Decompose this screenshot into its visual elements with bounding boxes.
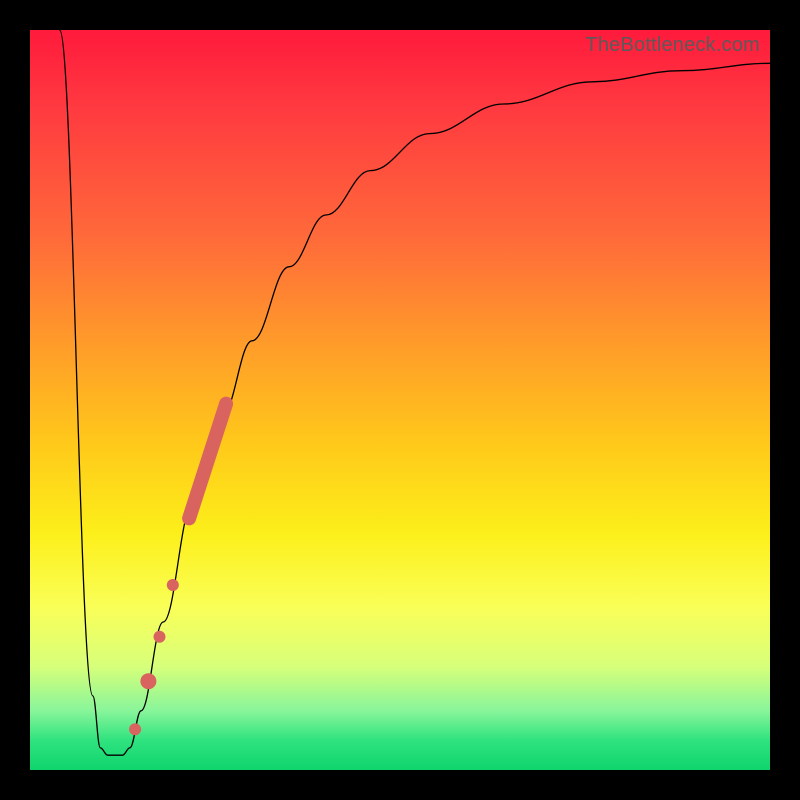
chart-svg	[30, 30, 770, 770]
dot-3	[140, 673, 156, 689]
dot-4	[129, 723, 141, 735]
chart-frame: TheBottleneck.com	[0, 0, 800, 800]
thick-segment	[189, 404, 226, 519]
dot-1	[167, 579, 179, 591]
plot-area: TheBottleneck.com	[30, 30, 770, 770]
series-curve	[60, 30, 770, 755]
dot-2	[154, 631, 166, 643]
